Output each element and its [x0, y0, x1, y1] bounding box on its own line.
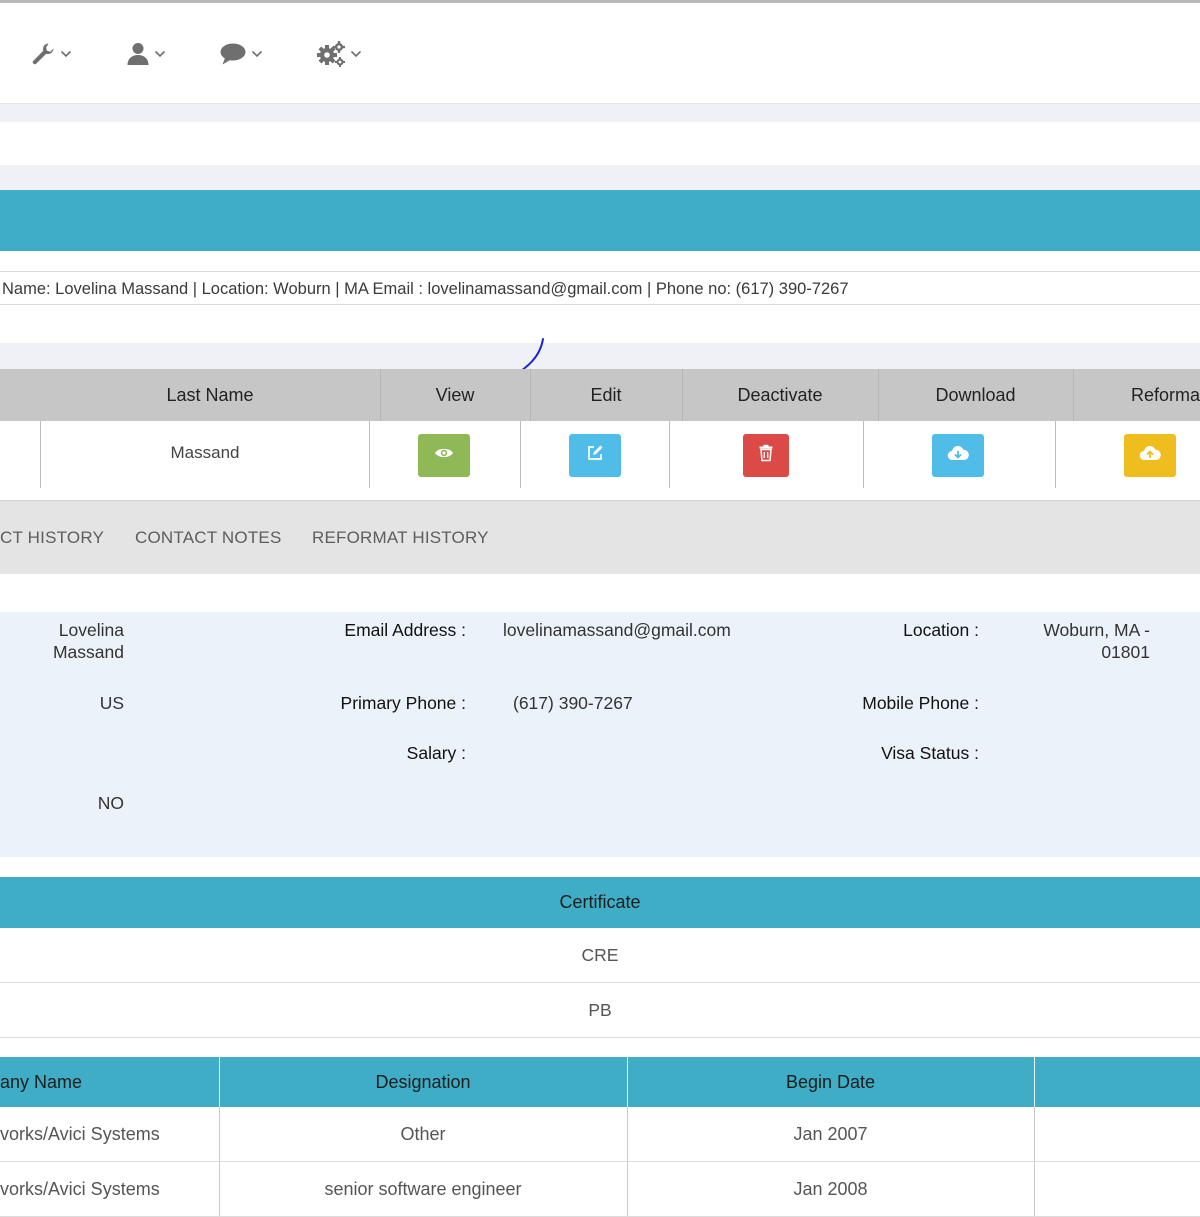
candidate-flag-value: NO — [97, 793, 124, 813]
edit-icon — [586, 444, 604, 467]
eye-icon — [434, 446, 454, 465]
column-header-view[interactable]: View — [380, 369, 530, 421]
column-divider — [369, 421, 370, 488]
column-divider — [1034, 1107, 1035, 1161]
column-divider — [1073, 369, 1074, 421]
candidate-details-panel: Lovelina Massand US NO Email Address : l… — [0, 612, 1200, 857]
email-label: Email Address : — [344, 620, 466, 640]
download-button[interactable] — [932, 434, 984, 477]
table-row: PB — [0, 983, 1200, 1038]
designation-cell: senior software engineer — [324, 1179, 522, 1199]
visa-status-label: Visa Status : — [881, 743, 979, 763]
tab-bar: CT HISTORY CONTACT NOTES REFORMAT HISTOR… — [0, 501, 1200, 574]
chevron-down-icon — [60, 49, 72, 59]
column-divider — [520, 421, 521, 488]
designation-cell: Other — [400, 1124, 446, 1144]
employment-table-header: any Name Designation Begin Date — [0, 1057, 1200, 1107]
table-row: vorks/Avici Systems Other Jan 2007 — [0, 1107, 1200, 1162]
deactivate-button[interactable] — [743, 434, 789, 477]
table-row: CRE — [0, 928, 1200, 983]
salary-label: Salary : — [406, 743, 466, 763]
gears-icon — [316, 40, 346, 68]
view-button[interactable] — [418, 434, 470, 477]
spacer-band — [0, 338, 1200, 378]
location-label: Location : — [903, 620, 979, 640]
column-divider — [1034, 1162, 1035, 1216]
nav-messages-menu[interactable] — [219, 39, 263, 69]
location-value-line1: Woburn, MA - — [1043, 620, 1150, 640]
candidate-first-name: Lovelina — [58, 620, 124, 640]
column-header-reformat[interactable]: Reforma — [1131, 369, 1200, 421]
reformat-button[interactable] — [1124, 434, 1176, 477]
primary-phone-value: (617) 390-7267 — [513, 693, 633, 713]
cloud-download-icon — [947, 445, 969, 466]
primary-phone-label: Primary Phone : — [340, 693, 466, 713]
location-value-line2: 01801 — [1101, 642, 1150, 662]
nav-tools-menu[interactable] — [30, 39, 72, 69]
table-row: Massand — [0, 421, 1200, 488]
top-navbar — [0, 3, 1200, 104]
nav-settings-menu[interactable] — [316, 39, 362, 69]
email-value: lovelinamassand@gmail.com — [503, 620, 731, 640]
column-header-company[interactable]: any Name — [0, 1057, 219, 1107]
nav-user-menu[interactable] — [126, 39, 166, 69]
mobile-phone-label: Mobile Phone : — [862, 693, 979, 713]
last-name-cell: Massand — [170, 443, 240, 462]
column-divider — [1055, 421, 1056, 488]
candidate-country: US — [99, 693, 124, 713]
column-divider — [863, 421, 864, 488]
company-cell: vorks/Avici Systems — [0, 1124, 160, 1144]
chevron-down-icon — [251, 49, 263, 59]
trash-icon — [758, 444, 774, 467]
company-cell: vorks/Avici Systems — [0, 1179, 160, 1199]
begin-date-cell: Jan 2008 — [793, 1179, 868, 1199]
column-header-download[interactable]: Download — [878, 369, 1073, 421]
column-header-begin-date[interactable]: Begin Date — [627, 1057, 1034, 1107]
spacer-band — [0, 165, 1200, 190]
column-header-edit[interactable]: Edit — [530, 369, 682, 421]
candidate-last-name: Massand — [52, 642, 124, 662]
column-divider — [1034, 1057, 1035, 1107]
column-header-designation[interactable]: Designation — [219, 1057, 627, 1107]
user-icon — [126, 41, 150, 67]
spacer-band — [0, 104, 1200, 122]
edit-button[interactable] — [569, 434, 621, 477]
candidate-summary-strip: Name: Lovelina Massand | Location: Wobur… — [0, 271, 1200, 305]
tab-contact-notes[interactable]: CONTACT NOTES — [135, 501, 281, 574]
page-header-banner — [0, 190, 1200, 251]
wrench-icon — [30, 41, 56, 67]
begin-date-cell: Jan 2007 — [793, 1124, 868, 1144]
chevron-down-icon — [154, 49, 166, 59]
table-row: vorks/Avici Systems senior software engi… — [0, 1162, 1200, 1217]
candidate-grid-header: Last Name View Edit Deactivate Download … — [0, 369, 1200, 421]
chat-bubble-icon — [219, 41, 247, 67]
cloud-upload-icon — [1139, 445, 1161, 466]
tab-reformat-history[interactable]: REFORMAT HISTORY — [312, 501, 489, 574]
column-header-deactivate[interactable]: Deactivate — [682, 369, 878, 421]
certificate-table-header: Certificate — [0, 877, 1200, 928]
chevron-down-icon — [350, 49, 362, 59]
column-divider — [669, 421, 670, 488]
tab-contact-history[interactable]: CT HISTORY — [0, 501, 104, 574]
column-header-last-name[interactable]: Last Name — [40, 369, 380, 421]
